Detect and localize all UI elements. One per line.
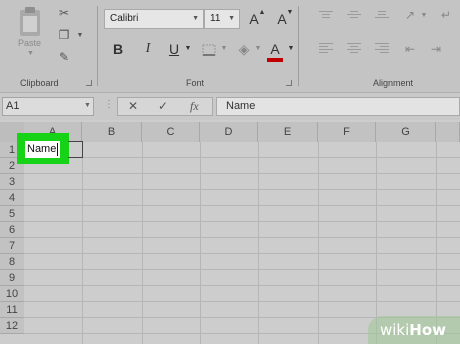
clipboard-group: Paste ▼ ✂ ❐ ▼ ✎ Clipboard xyxy=(0,0,97,92)
cut-icon[interactable]: ✂ xyxy=(57,6,71,20)
row-gridline xyxy=(24,253,460,254)
font-group-label: Font xyxy=(186,78,205,88)
middle-align-icon[interactable] xyxy=(347,10,361,20)
name-box-dropdown-icon[interactable]: ▼ xyxy=(84,102,91,109)
font-dialog-launcher-icon[interactable] xyxy=(286,80,292,86)
font-color-button[interactable]: A xyxy=(267,40,283,58)
top-align-icon[interactable] xyxy=(319,10,333,20)
orientation-dropdown-icon[interactable]: ▼ xyxy=(417,9,431,23)
watermark-suffix: How xyxy=(409,321,447,339)
row-gridline xyxy=(24,285,460,286)
font-name-value: Calibri xyxy=(110,13,139,24)
text-cursor xyxy=(57,143,58,156)
align-center-icon[interactable] xyxy=(347,42,361,54)
cell-a1-value: Name xyxy=(27,143,57,155)
font-group: Calibri ▼ 11 ▼ A ▲ A ▼ B I U ▼ ▼ ◈ ▼ A ▼… xyxy=(98,0,298,92)
copy-icon[interactable]: ❐ xyxy=(57,28,71,42)
bottom-align-icon[interactable] xyxy=(375,10,389,20)
italic-button[interactable]: I xyxy=(140,40,156,58)
row-header-9[interactable]: 9 xyxy=(0,270,24,286)
watermark-prefix: wiki xyxy=(380,321,410,339)
wrap-text-icon[interactable]: ↵ xyxy=(439,8,453,22)
column-header-g[interactable]: G xyxy=(376,122,436,142)
column-header-d[interactable]: D xyxy=(200,122,258,142)
column-header-b[interactable]: B xyxy=(82,122,142,142)
insert-function-button[interactable]: fx xyxy=(190,98,199,115)
cell-a1[interactable]: Name xyxy=(25,141,60,158)
paste-button-label[interactable]: Paste xyxy=(18,38,41,48)
alignment-group-label: Alignment xyxy=(373,78,414,88)
decrease-indent-icon[interactable]: ⇤ xyxy=(403,42,417,56)
row-header-10[interactable]: 10 xyxy=(0,286,24,302)
row-header-7[interactable]: 7 xyxy=(0,238,24,254)
enter-button[interactable]: ✓ xyxy=(158,98,168,115)
align-left-icon[interactable] xyxy=(319,42,333,54)
paste-icon[interactable] xyxy=(17,6,43,38)
chevron-down-icon: ▼ xyxy=(192,15,199,22)
wikihow-watermark: wikiHow xyxy=(368,316,460,344)
row-header-5[interactable]: 5 xyxy=(0,206,24,222)
fill-color-dropdown-icon[interactable]: ▼ xyxy=(250,40,266,58)
row-header-12[interactable]: 12 xyxy=(0,318,24,334)
underline-dropdown-icon[interactable]: ▼ xyxy=(180,40,196,58)
row-gridline xyxy=(24,157,460,158)
alignment-group: ↗ ▼ ↵ ⇤ ⇥ Alignment xyxy=(299,0,460,92)
increase-indent-icon[interactable]: ⇥ xyxy=(429,42,443,56)
row-gridline xyxy=(24,237,460,238)
row-header-8[interactable]: 8 xyxy=(0,254,24,270)
font-name-select[interactable]: Calibri ▼ xyxy=(104,9,204,29)
row-gridline xyxy=(24,205,460,206)
row-gridline xyxy=(24,301,460,302)
ribbon: Paste ▼ ✂ ❐ ▼ ✎ Clipboard Calibri ▼ 11 ▼… xyxy=(0,0,460,92)
shrink-font-arrow-icon: ▼ xyxy=(286,9,294,16)
formula-bar: A1 ▼ ⋮ ✕ ✓ fx Name xyxy=(0,92,460,120)
row-header-11[interactable]: 11 xyxy=(0,302,24,318)
name-box[interactable]: A1 xyxy=(2,97,94,116)
orientation-icon[interactable]: ↗ xyxy=(403,8,417,22)
bold-button[interactable]: B xyxy=(110,40,126,58)
copy-dropdown-icon[interactable]: ▼ xyxy=(73,29,87,43)
paste-dropdown-icon[interactable]: ▼ xyxy=(27,50,34,57)
row-gridline xyxy=(24,269,460,270)
formula-value: Name xyxy=(226,100,256,112)
row-gridline xyxy=(24,189,460,190)
font-color-swatch xyxy=(267,58,283,62)
font-size-value: 11 xyxy=(210,13,221,24)
row-gridline xyxy=(24,173,460,174)
clipboard-group-label: Clipboard xyxy=(20,78,59,88)
borders-dropdown-icon[interactable]: ▼ xyxy=(216,40,232,58)
formula-input[interactable]: Name xyxy=(216,97,460,116)
row-gridline xyxy=(24,221,460,222)
column-header-f[interactable]: F xyxy=(318,122,376,142)
name-box-value: A1 xyxy=(6,100,20,112)
font-size-select[interactable]: 11 ▼ xyxy=(204,9,240,29)
formula-bar-splitter-icon[interactable]: ⋮ xyxy=(104,99,114,110)
row-header-3[interactable]: 3 xyxy=(0,174,24,190)
column-header-e[interactable]: E xyxy=(258,122,318,142)
formula-buttons: ✕ ✓ fx xyxy=(117,97,213,116)
chevron-down-icon: ▼ xyxy=(228,15,235,22)
align-right-icon[interactable] xyxy=(375,42,389,54)
row-header-6[interactable]: 6 xyxy=(0,222,24,238)
cancel-button[interactable]: ✕ xyxy=(128,98,138,115)
column-header-c[interactable]: C xyxy=(142,122,200,142)
borders-icon[interactable] xyxy=(202,44,216,56)
column-header-partial[interactable] xyxy=(436,122,460,142)
grow-font-arrow-icon: ▲ xyxy=(258,9,266,16)
cell-selection-border xyxy=(68,141,83,158)
row-header-4[interactable]: 4 xyxy=(0,190,24,206)
font-color-dropdown-icon[interactable]: ▼ xyxy=(283,40,299,58)
format-painter-icon[interactable]: ✎ xyxy=(57,50,71,64)
clipboard-dialog-launcher-icon[interactable] xyxy=(86,80,92,86)
